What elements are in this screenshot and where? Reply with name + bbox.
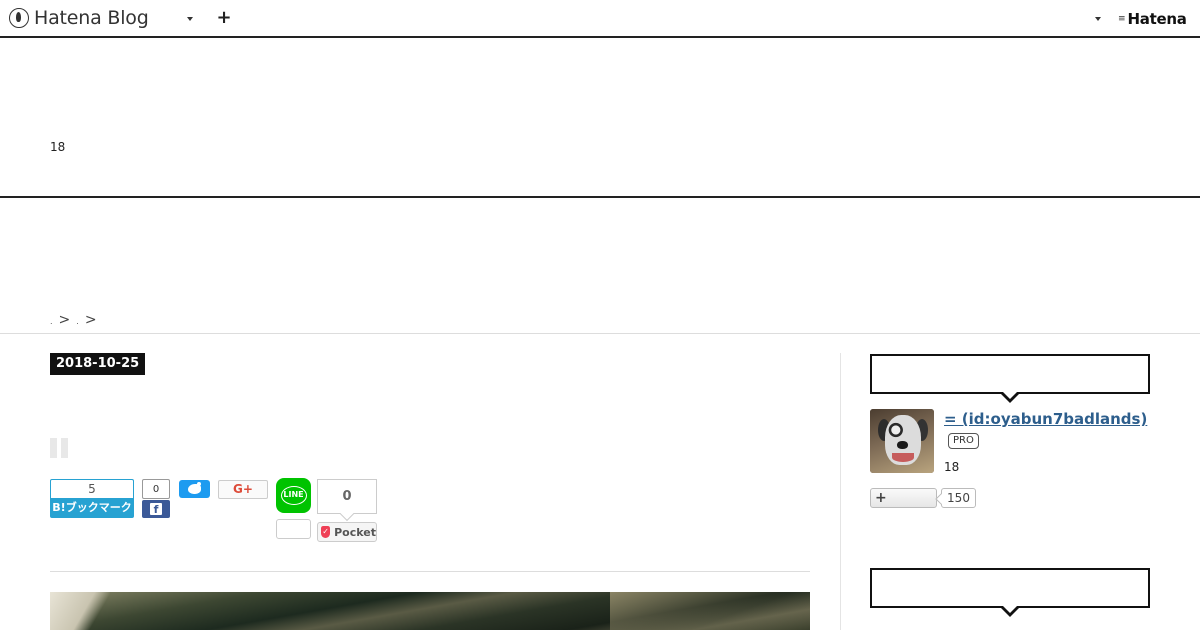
hatena-logo-text: Hatena xyxy=(1127,10,1187,28)
dog-mouth xyxy=(892,453,914,462)
facebook-share-button[interactable]: 0 f xyxy=(142,479,170,519)
facebook-share-count: 0 xyxy=(142,479,170,499)
user-menu-dropdown-icon[interactable] xyxy=(1095,17,1101,21)
blog-description: 18 xyxy=(50,140,66,154)
profile-description: 18 xyxy=(944,460,960,474)
title-glyph xyxy=(61,438,68,458)
hatena-logo-link[interactable]: ≡ Hatena xyxy=(1118,10,1187,28)
breadcrumb-category-link[interactable]: . xyxy=(76,317,79,326)
profile-avatar[interactable] xyxy=(870,409,934,473)
brand-text: Hatena Blog xyxy=(34,7,149,29)
hatena-logo-icon: ≡ xyxy=(1118,14,1126,24)
twitter-share-button[interactable] xyxy=(179,480,210,498)
hatena-blog-logo-icon xyxy=(9,8,29,28)
pocket-count: 0 xyxy=(317,479,377,514)
entry-date-link[interactable]: 2018-10-25 xyxy=(50,353,146,375)
line-share-button[interactable]: LINE xyxy=(276,478,311,513)
column-divider xyxy=(840,353,841,630)
title-glyph xyxy=(50,438,57,458)
line-icon: LINE xyxy=(280,486,307,505)
breadcrumb-divider xyxy=(0,333,1200,334)
profile-id-link[interactable]: = (id:oyabun7badlands) xyxy=(944,410,1147,428)
pro-badge: PRO xyxy=(948,433,979,449)
entry-title[interactable] xyxy=(50,438,68,458)
facebook-glyph: f xyxy=(150,503,162,516)
blog-menu-dropdown-icon[interactable] xyxy=(187,17,193,21)
entry-divider xyxy=(50,571,810,572)
hatena-bookmark-count: 5 xyxy=(50,479,134,498)
google-plus-share-button[interactable]: G+ xyxy=(218,480,268,499)
breadcrumb-separator: > xyxy=(84,312,97,328)
twitter-bird-icon xyxy=(188,482,201,494)
facebook-icon: f xyxy=(142,500,170,518)
line-share-count xyxy=(276,519,311,539)
create-post-button[interactable]: + xyxy=(215,8,233,28)
blog-header: 18 xyxy=(0,38,1200,198)
follower-count[interactable]: 150 xyxy=(941,488,976,508)
pocket-icon: ✓ xyxy=(321,526,331,538)
breadcrumb-separator: > xyxy=(58,312,71,328)
hatena-bookmark-label: B!ブックマーク xyxy=(50,498,134,518)
breadcrumb: . > . > xyxy=(48,312,101,328)
sidebar-profile-module-title xyxy=(870,354,1150,403)
dog-nose xyxy=(897,441,908,449)
follow-button[interactable]: + xyxy=(870,488,937,508)
entry-photo xyxy=(50,592,810,630)
breadcrumb-home-link[interactable]: . xyxy=(50,317,53,326)
pocket-save-button[interactable]: ✓ Pocket xyxy=(317,522,377,542)
hatena-blog-brand-link[interactable]: Hatena Blog xyxy=(9,6,149,30)
pocket-label: Pocket xyxy=(334,525,376,539)
hatena-bookmark-button[interactable]: 5 B!ブックマーク xyxy=(50,479,134,519)
sidebar-module-title xyxy=(870,568,1150,617)
global-header: Hatena Blog + ≡ Hatena xyxy=(0,0,1200,38)
